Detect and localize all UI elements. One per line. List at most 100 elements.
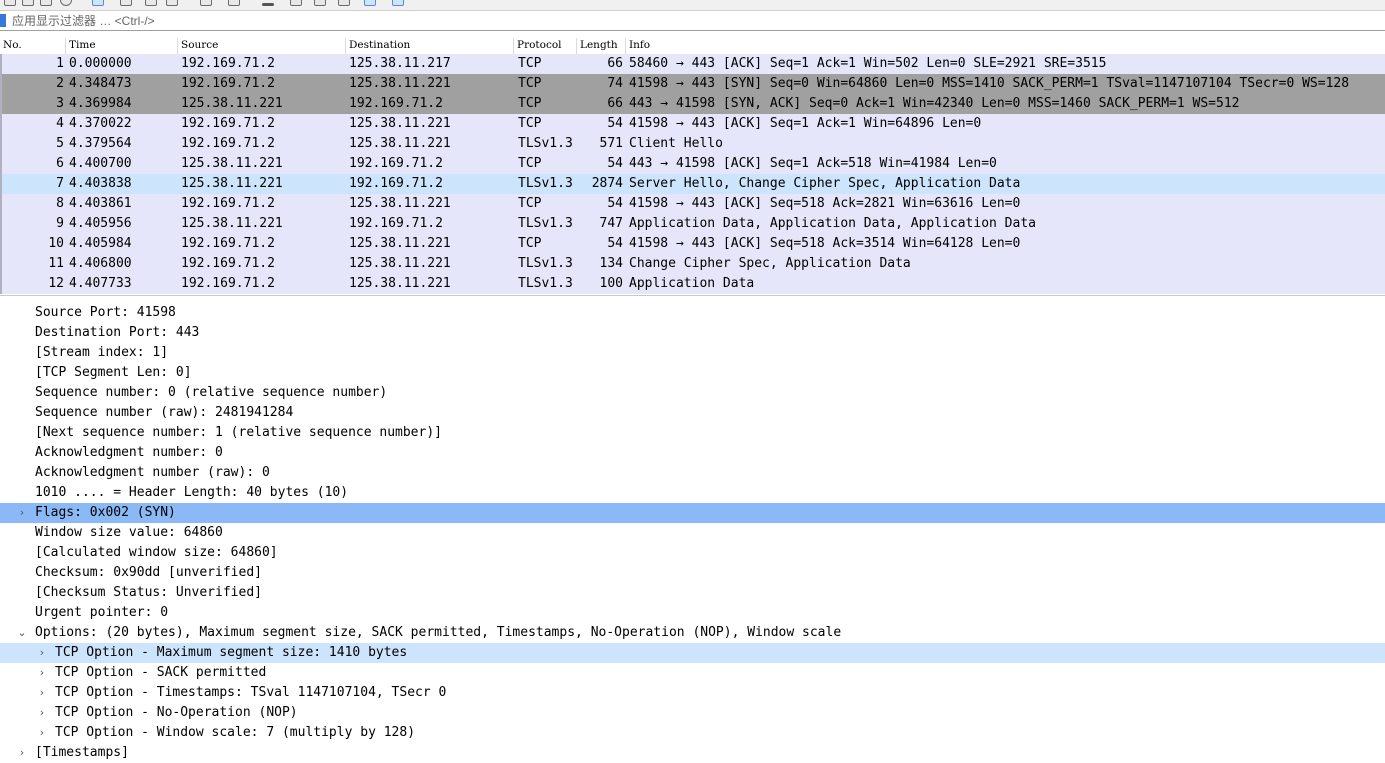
column-header-no[interactable]: No. — [0, 38, 66, 54]
chevron-right-icon[interactable]: › — [16, 503, 28, 523]
packet-info: Server Hello, Change Cipher Spec, Applic… — [629, 176, 1021, 191]
detail-tree-item[interactable]: Sequence number: 0 (relative sequence nu… — [0, 383, 1385, 403]
packet-info: 58460 → 443 [ACK] Seq=1 Ack=1 Win=502 Le… — [629, 56, 1107, 71]
go-to-packet-icon[interactable] — [166, 0, 178, 6]
packet-row[interactable]: 12 4.407733 192.169.71.2 125.38.11.221 TLSv1… — [0, 274, 1385, 294]
packet-length: 100 — [599, 276, 623, 291]
detail-tree-item[interactable]: [Next sequence number: 1 (relative seque… — [0, 423, 1385, 443]
detail-tree-item[interactable]: ⌄ Options: (20 bytes), Maximum segment si… — [0, 623, 1385, 643]
detail-tree-item[interactable]: › TCP Option - No-Operation (NOP) — [0, 703, 1385, 723]
packet-info: 443 → 41598 [ACK] Seq=1 Ack=518 Win=4198… — [629, 156, 997, 171]
chevron-right-icon[interactable]: › — [16, 743, 28, 763]
detail-tree-item[interactable]: [TCP Segment Len: 0] — [0, 363, 1385, 383]
packet-number: 2 — [56, 76, 64, 91]
detail-tree-item[interactable]: Acknowledgment number: 0 — [0, 443, 1385, 463]
pane-splitter[interactable] — [0, 295, 1385, 303]
packet-info: 41598 → 443 [SYN] Seq=0 Win=64860 Len=0 … — [629, 76, 1350, 91]
packet-row[interactable]: 2 4.348473 192.169.71.2 125.38.11.221 TCP 74 4… — [0, 74, 1385, 94]
packet-source: 192.169.71.2 — [181, 76, 275, 91]
go-forward-icon[interactable] — [145, 0, 157, 6]
packet-time: 4.407733 — [69, 276, 132, 291]
detail-tree-item[interactable]: › Flags: 0x002 (SYN) — [0, 503, 1385, 523]
last-packet-icon[interactable] — [228, 0, 240, 6]
reload-icon[interactable] — [60, 0, 72, 6]
packet-row[interactable]: 3 4.369984 125.38.11.221 192.169.71.2 TCP 66 4… — [0, 94, 1385, 114]
packet-time: 4.406800 — [69, 256, 132, 271]
packet-row[interactable]: 6 4.400700 125.38.11.221 192.169.71.2 TCP 54 4… — [0, 154, 1385, 174]
column-header-source[interactable]: Source — [178, 38, 346, 54]
packet-row[interactable]: 4 4.370022 192.169.71.2 125.38.11.221 TCP 54 4… — [0, 114, 1385, 134]
detail-tree-item[interactable]: [Checksum Status: Unverified] — [0, 583, 1385, 603]
detail-tree-item[interactable]: Checksum: 0x90dd [unverified] — [0, 563, 1385, 583]
zoom-normal-icon[interactable] — [364, 0, 376, 6]
first-packet-icon[interactable] — [200, 0, 212, 6]
column-header-protocol[interactable]: Protocol — [514, 38, 577, 54]
packet-protocol: TCP — [518, 236, 542, 251]
open-file-icon[interactable] — [4, 0, 16, 6]
detail-tree-item[interactable]: Source Port: 41598 — [0, 303, 1385, 323]
find-packet-icon[interactable] — [92, 0, 104, 6]
packet-number: 12 — [48, 276, 64, 291]
packet-length: 2874 — [591, 176, 623, 191]
packet-source: 192.169.71.2 — [181, 136, 275, 151]
packet-protocol: TCP — [518, 76, 542, 91]
detail-tree-item[interactable]: [Stream index: 1] — [0, 343, 1385, 363]
display-filter-input[interactable] — [12, 12, 1372, 29]
close-file-icon[interactable] — [40, 0, 52, 6]
detail-tree-item[interactable]: › TCP Option - Window scale: 7 (multiply … — [0, 723, 1385, 743]
chevron-right-icon[interactable]: › — [36, 703, 48, 723]
packet-time: 4.370022 — [69, 116, 132, 131]
packet-source: 125.38.11.221 — [181, 96, 283, 111]
packet-time: 4.405984 — [69, 236, 132, 251]
column-header-time[interactable]: Time — [66, 38, 178, 54]
column-header-info[interactable]: Info — [626, 38, 1385, 54]
detail-tree-item[interactable]: › [Timestamps] — [0, 743, 1385, 763]
detail-tree-item[interactable]: [Calculated window size: 64860] — [0, 543, 1385, 563]
detail-tree-label: [Stream index: 1] — [35, 345, 169, 360]
detail-tree-label: [Checksum Status: Unverified] — [35, 585, 262, 600]
zoom-in-icon[interactable] — [314, 0, 326, 6]
packet-row[interactable]: 7 4.403838 125.38.11.221 192.169.71.2 TLSv1.… — [0, 174, 1385, 194]
packet-protocol: TCP — [518, 196, 542, 211]
packet-row[interactable]: 9 4.405956 125.38.11.221 192.169.71.2 TLSv1.… — [0, 214, 1385, 234]
detail-tree-item[interactable]: Sequence number (raw): 2481941284 — [0, 403, 1385, 423]
zoom-out-icon[interactable] — [338, 0, 350, 6]
go-back-icon[interactable] — [120, 0, 132, 6]
chevron-right-icon[interactable]: › — [36, 663, 48, 683]
chevron-right-icon[interactable]: › — [36, 723, 48, 743]
packet-time: 4.400700 — [69, 156, 132, 171]
detail-tree-item[interactable]: › TCP Option - SACK permitted — [0, 663, 1385, 683]
autoscroll-icon[interactable] — [262, 3, 274, 6]
packet-source: 192.169.71.2 — [181, 256, 275, 271]
filter-bookmark-icon[interactable] — [0, 14, 6, 27]
packet-row[interactable]: 11 4.406800 192.169.71.2 125.38.11.221 TLSv1… — [0, 254, 1385, 274]
packet-row[interactable]: 10 4.405984 192.169.71.2 125.38.11.221 TCP 54… — [0, 234, 1385, 254]
chevron-down-icon[interactable]: ⌄ — [16, 623, 28, 643]
packet-row[interactable]: 5 4.379564 192.169.71.2 125.38.11.221 TLSv1.… — [0, 134, 1385, 154]
packet-row[interactable]: 8 4.403861 192.169.71.2 125.38.11.221 TCP 54 4… — [0, 194, 1385, 214]
packet-list: 1 0.000000 192.169.71.2 125.38.11.217 TCP 66 5… — [0, 54, 1385, 294]
save-file-icon[interactable] — [22, 0, 34, 6]
detail-tree-item[interactable]: › TCP Option - Timestamps: TSval 11471071… — [0, 683, 1385, 703]
packet-protocol: TLSv1.3 — [518, 176, 573, 191]
packet-protocol: TCP — [518, 56, 542, 71]
packet-destination: 125.38.11.221 — [349, 236, 451, 251]
detail-tree-item[interactable]: Window size value: 64860 — [0, 523, 1385, 543]
column-header-destination[interactable]: Destination — [346, 38, 514, 54]
chevron-right-icon[interactable]: › — [36, 683, 48, 703]
detail-tree-item[interactable]: Destination Port: 443 — [0, 323, 1385, 343]
packet-protocol: TCP — [518, 96, 542, 111]
resize-columns-icon[interactable] — [392, 0, 404, 6]
packet-length: 747 — [599, 216, 623, 231]
colorize-icon[interactable] — [290, 0, 302, 6]
detail-tree-item[interactable]: Acknowledgment number (raw): 0 — [0, 463, 1385, 483]
packet-number: 6 — [56, 156, 64, 171]
chevron-right-icon[interactable]: › — [36, 643, 48, 663]
detail-tree-item[interactable]: Urgent pointer: 0 — [0, 603, 1385, 623]
detail-tree-item[interactable]: › TCP Option - Maximum segment size: 1410… — [0, 643, 1385, 663]
packet-info: Application Data — [629, 276, 755, 291]
packet-row[interactable]: 1 0.000000 192.169.71.2 125.38.11.217 TCP 66 5… — [0, 54, 1385, 74]
detail-tree-item[interactable]: 1010 .... = Header Length: 40 bytes (10) — [0, 483, 1385, 503]
column-header-length[interactable]: Length — [577, 38, 626, 54]
packet-destination: 125.38.11.221 — [349, 116, 451, 131]
